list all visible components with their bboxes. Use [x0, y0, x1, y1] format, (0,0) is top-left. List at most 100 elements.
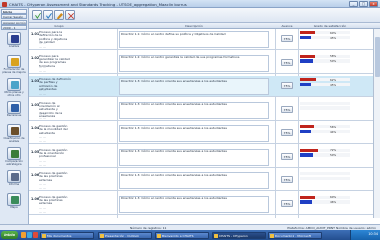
- satisfaction-bar: 62%: [300, 78, 350, 82]
- table-row[interactable]: 1.06 Proceso de gestión de las prácticas …: [29, 170, 380, 191]
- sidebar-item-label: Mapa: [10, 205, 18, 209]
- progress-dropdown[interactable]: 75%: [281, 105, 293, 113]
- module-icon: [7, 193, 21, 206]
- description-field[interactable]: Directriz 1.3: Cómo el centro orienta su…: [119, 101, 269, 119]
- maximize-button[interactable]: □: [359, 1, 368, 7]
- bar-label: 56%: [330, 124, 337, 129]
- table-row[interactable]: 1.04 Proceso de gestión de la movilidad d…: [29, 123, 380, 144]
- menu-tab-agregar-accion[interactable]: Agregar Acción: [1, 19, 27, 25]
- bar-label: 60%: [330, 30, 337, 35]
- sidebar-item[interactable]: Decisiones: [1, 101, 27, 122]
- bar-label: 44%: [330, 129, 337, 134]
- description-field[interactable]: Directriz 1.3: Cómo el centro orienta su…: [119, 148, 269, 166]
- header-progress[interactable]: Avance: [277, 24, 297, 28]
- module-icon: [7, 124, 21, 137]
- description-field[interactable]: Directriz 1.3: Cómo el centro orienta su…: [119, 195, 269, 213]
- close-button[interactable]: x: [369, 1, 378, 7]
- row-code: 1.01: [31, 32, 40, 36]
- row-placeholder: — — — —: [39, 111, 46, 120]
- progress-dropdown[interactable]: 75%: [281, 176, 293, 183]
- taskbar-button[interactable]: Mis documentos: [40, 231, 94, 239]
- minimize-button[interactable]: _: [349, 1, 358, 7]
- satisfaction-bar: 60%: [300, 195, 350, 200]
- table-row[interactable]: 1.03 Proceso de definición de perfiles y …: [29, 76, 380, 97]
- description-field[interactable]: Directriz 1.3: Cómo el centro orienta su…: [119, 78, 269, 95]
- bar-label: 50%: [330, 59, 337, 64]
- module-icon: [7, 147, 21, 160]
- header-group[interactable]: Grupo: [39, 24, 79, 28]
- vertical-scrollbar[interactable]: [373, 29, 380, 218]
- table-row[interactable]: 1.05 Proceso de gestión de la orientación…: [29, 147, 380, 168]
- satisfaction-bar: [300, 106, 350, 110]
- process-name: Proceso de gestión de la movilidad del e…: [39, 124, 68, 135]
- menu-tab-cerrar-sesion[interactable]: Cerrar Sesión: [1, 14, 27, 19]
- progress-dropdown[interactable]: 75%: [281, 129, 293, 136]
- progress-dropdown[interactable]: 75%: [281, 58, 293, 66]
- module-icon: [7, 55, 21, 68]
- period-filter[interactable]: 2009 - 1: [1, 25, 27, 30]
- bar-label: 58%: [330, 54, 337, 59]
- table-row[interactable]: 1.03 Proceso de orientación al estudiante…: [29, 100, 380, 121]
- taskbar-button[interactable]: CHAITS - CHyperon: [212, 231, 266, 239]
- table-row[interactable]: 1.06 Proceso de gestión de las prácticas …: [29, 194, 380, 215]
- table-row[interactable]: 1.01 Proceso para la definición de la pol…: [29, 29, 380, 50]
- taskbar-label: Mis documentos: [47, 233, 72, 238]
- process-name: Proceso de gestión de la orientación pro…: [39, 147, 68, 159]
- taskbar-label: Presentación - Outlook: [105, 233, 139, 238]
- table-row[interactable]: 1.02 Proceso para garantizar la calidad d…: [29, 53, 380, 74]
- progress-dropdown[interactable]: 75%: [281, 199, 293, 207]
- taskbar-button[interactable]: Documento1 - Microsoft: [268, 231, 322, 239]
- module-icon: [7, 32, 21, 45]
- sidebar-item-label: Formulación de planes de mejora: [2, 67, 26, 75]
- window-icon: [100, 233, 104, 238]
- sidebar-item-label: Clasificación de análisis: [3, 136, 25, 144]
- sidebar-item[interactable]: Comparación estratégica: [1, 147, 27, 168]
- add-button[interactable]: [32, 10, 42, 20]
- sidebar-item[interactable]: Análisis: [1, 32, 27, 53]
- quicklaunch-icon[interactable]: [21, 232, 26, 238]
- row-placeholder: — — — —: [39, 135, 46, 143]
- row-code: 1.06: [31, 196, 40, 201]
- sidebar-item[interactable]: Otros planes y otros otro: [1, 78, 27, 99]
- satisfaction-bar: 56%: [300, 124, 350, 129]
- progress-dropdown[interactable]: 75%: [281, 35, 293, 42]
- row-placeholder: — — — —: [39, 88, 46, 96]
- row-code: 1.05: [31, 149, 40, 154]
- progress-dropdown[interactable]: 75%: [281, 152, 293, 160]
- window-icon: [270, 233, 274, 238]
- description-field[interactable]: Directriz 1.1: Cómo el centro define su …: [119, 31, 269, 48]
- taskbar: inicio Mis documentos Presentación - Outl…: [0, 230, 380, 240]
- taskbar-button[interactable]: Presentación - Outlook: [98, 231, 152, 239]
- approve-button[interactable]: [43, 10, 53, 20]
- quicklaunch-icon[interactable]: [27, 232, 32, 238]
- sidebar-item[interactable]: Clasificación de análisis: [1, 124, 27, 145]
- sidebar-item[interactable]: Formulación de planes de mejora: [1, 55, 27, 76]
- satisfaction-bar: 60%: [300, 30, 350, 35]
- sidebar-item[interactable]: Informe: [1, 170, 27, 191]
- description-field[interactable]: Directriz 1.3: Cómo el centro orienta su…: [119, 172, 269, 189]
- row-placeholder: — — — —: [39, 182, 46, 190]
- header-satisfaction[interactable]: Grado de satisfacción: [300, 24, 360, 28]
- delete-button[interactable]: [65, 10, 75, 20]
- header-description[interactable]: Descripción: [119, 24, 269, 28]
- window-title: CHAITS - CHyperon Assessment and Standar…: [9, 1, 187, 7]
- scroll-thumb[interactable]: [375, 37, 380, 77]
- module-icon: [7, 170, 21, 183]
- quicklaunch-icon[interactable]: [33, 232, 38, 238]
- edit-button[interactable]: [54, 10, 64, 20]
- start-button[interactable]: inicio: [1, 231, 18, 239]
- progress-dropdown[interactable]: 75%: [281, 82, 293, 89]
- bar-label: 60%: [330, 195, 337, 200]
- taskbar-button[interactable]: Bienvenido a CHAITS: [155, 231, 209, 239]
- description-field[interactable]: Directriz 1.2: Cómo el centro garantiza …: [119, 54, 269, 72]
- window-icon: [214, 233, 218, 238]
- satisfaction-bar: [300, 101, 350, 105]
- data-grid: Grupo Descripción Avance Grado de satisf…: [29, 23, 380, 218]
- sidebar-item[interactable]: Mapa: [1, 193, 27, 214]
- description-field[interactable]: Directriz 1.3: Cómo el centro orienta su…: [119, 125, 269, 142]
- sidebar-item-label: Decisiones: [6, 113, 22, 117]
- row-code: 1.04: [31, 126, 40, 130]
- row-code: 1.03: [31, 79, 40, 83]
- menu-tab-inicio[interactable]: Inicio: [1, 8, 27, 14]
- taskbar-label: Bienvenido a CHAITS: [162, 233, 194, 238]
